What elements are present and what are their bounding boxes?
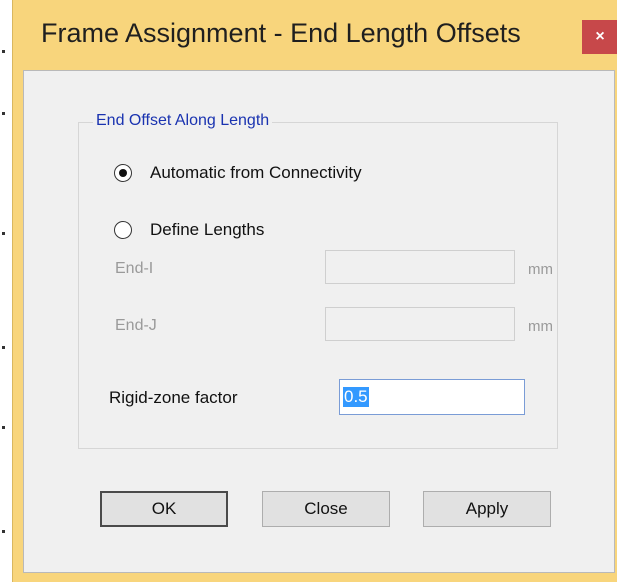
define-lengths-label[interactable]: Define Lengths <box>150 220 264 240</box>
desktop-marker <box>2 50 5 53</box>
end-i-label: End-I <box>115 260 154 277</box>
desktop-marker <box>2 426 5 429</box>
group-title: End Offset Along Length <box>93 112 273 130</box>
dialog-body: End Offset Along Length Automatic from C… <box>23 70 615 573</box>
apply-button[interactable]: Apply <box>423 491 551 527</box>
title-bar[interactable]: Frame Assignment - End Length Offsets × <box>13 0 617 70</box>
desktop-marker <box>2 112 5 115</box>
automatic-label[interactable]: Automatic from Connectivity <box>150 163 362 183</box>
close-icon[interactable]: × <box>582 20 617 54</box>
end-j-field[interactable] <box>325 307 515 341</box>
rigid-zone-label: Rigid-zone factor <box>109 388 238 407</box>
close-button[interactable]: Close <box>262 491 390 527</box>
end-j-unit: mm <box>528 318 553 335</box>
automatic-option[interactable]: Automatic from Connectivity <box>114 163 362 183</box>
ok-button[interactable]: OK <box>100 491 228 527</box>
end-i-unit: mm <box>528 261 553 278</box>
end-i-field[interactable] <box>325 250 515 284</box>
desktop-marker <box>2 530 5 533</box>
rigid-zone-factor-field[interactable]: 0.5 <box>339 379 525 415</box>
window-title: Frame Assignment - End Length Offsets <box>41 18 521 48</box>
define-lengths-option[interactable]: Define Lengths <box>114 220 264 240</box>
automatic-radio[interactable] <box>114 164 132 182</box>
desktop-background <box>0 0 12 582</box>
define-lengths-radio[interactable] <box>114 221 132 239</box>
rigid-zone-value[interactable]: 0.5 <box>343 387 369 407</box>
desktop-marker <box>2 346 5 349</box>
desktop-marker <box>2 232 5 235</box>
dialog-window: Frame Assignment - End Length Offsets × … <box>12 0 617 582</box>
end-j-label: End-J <box>115 317 157 334</box>
